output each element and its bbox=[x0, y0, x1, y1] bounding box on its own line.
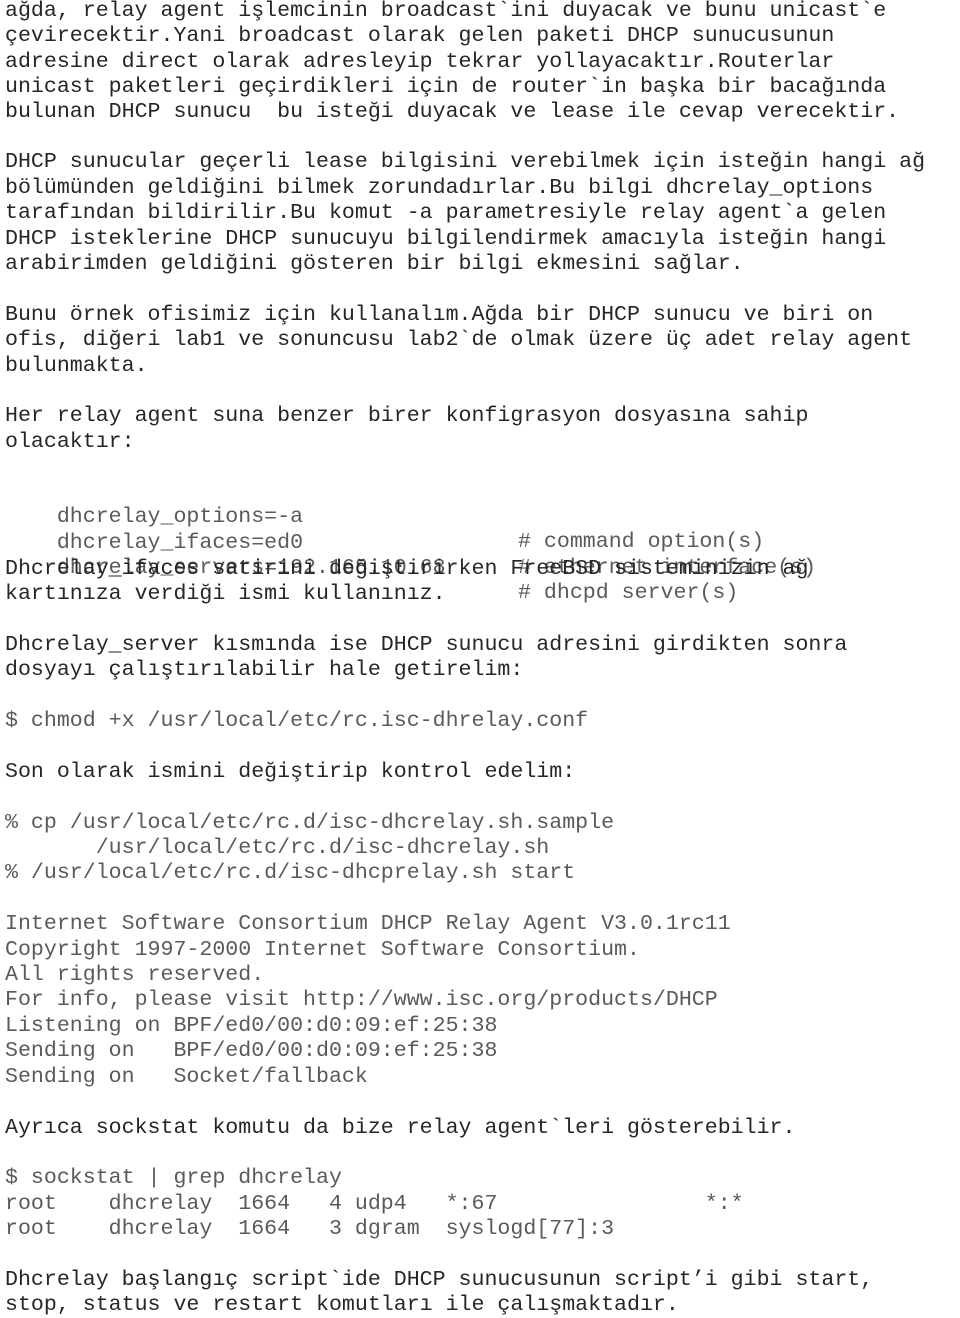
server-note-line: dosyayı çalıştırılabilir hale getirelim: bbox=[5, 658, 524, 682]
chmod-command: $ chmod +x /usr/local/etc/rc.isc-dhrelay… bbox=[5, 709, 589, 733]
isc-output-line: Listening on BPF/ed0/00:d0:09:ef:25:38 bbox=[5, 1014, 498, 1038]
sockstat-row: root dhcrelay 1664 4 udp4 *:67 *:* bbox=[5, 1192, 744, 1216]
paragraph-relay-broadcast-line: adresine direct olarak adresleyip tekrar… bbox=[5, 50, 835, 74]
config-line-servers: dhcrelay_servers=192.168.10.68 # dhcpd s… bbox=[5, 531, 955, 605]
sockstat-row: root dhcrelay 1664 3 dgram syslogd[77]:3 bbox=[5, 1217, 615, 1241]
config-comment: # dhcpd server(s) bbox=[518, 581, 739, 605]
paragraph-lease-info-line: DHCP isteklerine DHCP sunucuyu bilgilend… bbox=[5, 227, 887, 251]
config-line-options: dhcrelay_options=-a # command option(s) bbox=[5, 480, 955, 554]
paragraph-office-example-line: ofis, diğeri lab1 ve sonuncusu lab2`de o… bbox=[5, 328, 913, 352]
paragraph-relay-broadcast-line: çevirecektir.Yani broadcast olarak gelen… bbox=[5, 24, 835, 48]
isc-output-line: Copyright 1997-2000 Internet Software Co… bbox=[5, 938, 640, 962]
cp-command-line: % cp /usr/local/etc/rc.d/isc-dhcrelay.sh… bbox=[5, 811, 615, 835]
ifaces-note-line: kartınıza verdiği ismi kullanınız. bbox=[5, 582, 446, 606]
server-note-line: Dhcrelay_server kısmında ise DHCP sunucu… bbox=[5, 633, 848, 657]
sockstat-note: Ayrıca sockstat komutu da bize relay age… bbox=[5, 1116, 796, 1140]
paragraph-lease-info-line: bölümünden geldiğini bilmek zorundadırla… bbox=[5, 176, 874, 200]
rename-note: Son olarak ismini değiştirip kontrol ede… bbox=[5, 760, 576, 784]
config-line-ifaces: dhcrelay_ifaces=ed0 # ethernet interface… bbox=[5, 506, 955, 580]
paragraph-lease-info-line: DHCP sunucular geçerli lease bilgisini v… bbox=[5, 150, 926, 174]
ifaces-note-line: Dhcrelay_ifaces satirini değiştirirken F… bbox=[5, 557, 809, 581]
paragraph-relay-broadcast-line: unicast paketleri geçirdikleri için de r… bbox=[5, 75, 887, 99]
cp-command-line: /usr/local/etc/rc.d/isc-dhcrelay.sh bbox=[5, 836, 550, 860]
isc-output-line: All rights reserved. bbox=[5, 963, 265, 987]
closing-line: Dhcrelay başlangıç script`ide DHCP sunuc… bbox=[5, 1268, 874, 1292]
isc-output-line: Sending on BPF/ed0/00:d0:09:ef:25:38 bbox=[5, 1039, 498, 1063]
isc-output-line: Sending on Socket/fallback bbox=[5, 1065, 368, 1089]
isc-output-line: For info, please visit http://www.isc.or… bbox=[5, 988, 718, 1012]
paragraph-office-example-line: Bunu örnek ofisimiz için kullanalım.Ağda… bbox=[5, 303, 874, 327]
paragraph-relay-broadcast-line: bulunan DHCP sunucu bu isteği duyacak ve… bbox=[5, 100, 900, 124]
start-command-line: % /usr/local/etc/rc.d/isc-dhcprelay.sh s… bbox=[5, 861, 576, 885]
paragraph-config-intro-line: olacaktır: bbox=[5, 430, 135, 454]
closing-line: stop, status ve restart komutları ile ça… bbox=[5, 1293, 679, 1317]
paragraph-relay-broadcast-line: ağda, relay agent işlemcinin broadcast`i… bbox=[5, 0, 887, 23]
paragraph-lease-info-line: arabirimden geldiğini gösteren bir bilgi… bbox=[5, 252, 744, 276]
paragraph-lease-info-line: tarafından bildirilir.Bu komut -a parame… bbox=[5, 201, 887, 225]
isc-output-line: Internet Software Consortium DHCP Relay … bbox=[5, 912, 731, 936]
paragraph-office-example-line: bulunmakta. bbox=[5, 354, 148, 378]
sockstat-command: $ sockstat | grep dhcrelay bbox=[5, 1166, 342, 1190]
paragraph-config-intro-line: Her relay agent suna benzer birer konfig… bbox=[5, 404, 809, 428]
